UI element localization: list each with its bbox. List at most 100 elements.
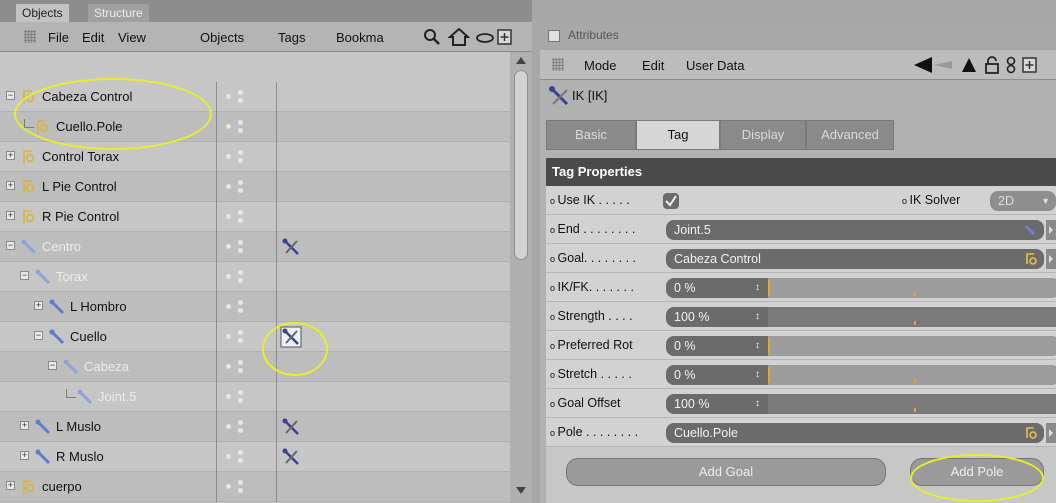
visibility-dots[interactable] xyxy=(226,240,244,254)
visibility-dots[interactable] xyxy=(226,180,244,194)
ikfk-slider[interactable] xyxy=(768,278,1056,298)
new-window-icon[interactable] xyxy=(496,28,514,46)
tree-row[interactable]: − Centro xyxy=(0,232,510,262)
stretch-input[interactable]: 0 % ↕ xyxy=(666,365,768,385)
visibility-dots[interactable] xyxy=(226,480,244,494)
expand-toggle-icon[interactable]: + xyxy=(34,301,43,310)
visibility-dots[interactable] xyxy=(226,390,244,404)
panel-checkbox[interactable] xyxy=(548,30,560,42)
expand-toggle-icon[interactable]: + xyxy=(6,151,15,160)
menu-edit[interactable]: Edit xyxy=(82,30,104,45)
tree-row[interactable]: + cuerpo xyxy=(0,472,510,502)
grip-icon[interactable] xyxy=(24,30,36,43)
end-arrow[interactable] xyxy=(1046,220,1056,240)
menu-file[interactable]: File xyxy=(48,30,69,45)
expand-toggle-icon[interactable]: − xyxy=(6,241,15,250)
column-divider xyxy=(276,142,277,172)
null-object-icon[interactable] xyxy=(1024,426,1038,440)
scroll-thumb[interactable] xyxy=(514,70,528,260)
expand-toggle-icon[interactable]: − xyxy=(34,331,43,340)
tree-row[interactable]: + L Pie Control xyxy=(0,172,510,202)
visibility-dots[interactable] xyxy=(226,300,244,314)
end-field[interactable]: Joint.5 xyxy=(666,220,1044,240)
visibility-dots[interactable] xyxy=(226,420,244,434)
back-arrow-icon[interactable] xyxy=(912,56,956,74)
ik-solver-dropdown[interactable]: 2D ▼ xyxy=(990,191,1056,211)
lock-icon[interactable] xyxy=(984,56,1000,74)
scroll-down-icon[interactable] xyxy=(514,484,528,496)
tree-row[interactable]: − Torax xyxy=(0,262,510,292)
visibility-dots[interactable] xyxy=(226,90,244,104)
ikfk-input[interactable]: 0 % ↕ xyxy=(666,278,768,298)
ik-tag-icon[interactable] xyxy=(280,416,302,438)
expand-toggle-icon[interactable]: + xyxy=(6,181,15,190)
tree-row[interactable]: + L Hombro xyxy=(0,292,510,322)
tree-row[interactable]: − Cuello xyxy=(0,322,510,352)
preferred-rot-slider[interactable] xyxy=(768,336,1056,356)
strength-slider[interactable] xyxy=(768,307,1056,327)
expand-toggle-icon[interactable]: + xyxy=(6,211,15,220)
joint-icon xyxy=(21,239,37,255)
goal-offset-input[interactable]: 100 % ↕ xyxy=(666,394,768,414)
menu-mode[interactable]: Mode xyxy=(584,58,617,73)
tree-row[interactable]: + R Muslo xyxy=(0,442,510,472)
highlight-circle-tag xyxy=(262,322,328,376)
goal-arrow[interactable] xyxy=(1046,249,1056,269)
tree-row[interactable]: + R Pie Control xyxy=(0,202,510,232)
visibility-dots[interactable] xyxy=(226,270,244,284)
menu-objects[interactable]: Objects xyxy=(200,30,244,45)
visibility-dots[interactable] xyxy=(226,330,244,344)
joint-link-icon[interactable] xyxy=(1024,224,1036,236)
tab-structure[interactable]: Structure xyxy=(88,4,149,22)
menu-user-data[interactable]: User Data xyxy=(686,58,745,73)
grip-icon[interactable] xyxy=(552,58,564,71)
expand-toggle-icon[interactable]: + xyxy=(20,421,29,430)
tree-row[interactable]: Joint.5 xyxy=(0,382,510,412)
expand-toggle-icon[interactable]: − xyxy=(20,271,29,280)
ik-tag-icon[interactable] xyxy=(280,236,302,258)
expand-toggle-icon[interactable]: + xyxy=(6,481,15,490)
column-divider xyxy=(276,472,277,502)
scroll-up-icon[interactable] xyxy=(514,54,528,66)
tree-row[interactable]: + L Muslo xyxy=(0,412,510,442)
expand-toggle-icon[interactable]: − xyxy=(6,91,15,100)
menu-tags[interactable]: Tags xyxy=(278,30,305,45)
column-divider xyxy=(216,82,217,112)
tree-item-label: Control Torax xyxy=(42,149,120,164)
tab-advanced[interactable]: Advanced xyxy=(806,120,894,150)
visibility-dots[interactable] xyxy=(226,150,244,164)
search-icon[interactable] xyxy=(422,28,444,46)
preferred-rot-input[interactable]: 0 % ↕ xyxy=(666,336,768,356)
tab-display[interactable]: Display xyxy=(720,120,806,150)
home-icon[interactable] xyxy=(448,28,470,46)
menu-view[interactable]: View xyxy=(118,30,146,45)
column-divider xyxy=(276,112,277,142)
visibility-dots[interactable] xyxy=(226,210,244,224)
up-arrow-icon[interactable] xyxy=(960,56,978,74)
tab-basic[interactable]: Basic xyxy=(546,120,636,150)
pole-arrow[interactable] xyxy=(1046,423,1056,443)
visibility-dots[interactable] xyxy=(226,360,244,374)
expand-toggle-icon[interactable]: + xyxy=(20,451,29,460)
menu-bookmarks[interactable]: Bookma xyxy=(336,30,384,45)
visibility-dots[interactable] xyxy=(226,450,244,464)
link-chain-icon[interactable] xyxy=(1004,56,1018,74)
link-icon[interactable] xyxy=(474,28,496,46)
tab-tag[interactable]: Tag xyxy=(636,120,720,150)
expand-toggle-icon[interactable]: − xyxy=(48,361,57,370)
goal-offset-slider[interactable] xyxy=(768,394,1056,414)
tree-row[interactable]: − Cabeza xyxy=(0,352,510,382)
goal-field[interactable]: Cabeza Control xyxy=(666,249,1044,269)
tab-objects[interactable]: Objects xyxy=(16,4,69,22)
add-goal-button[interactable]: Add Goal xyxy=(566,458,886,486)
null-object-icon[interactable] xyxy=(1024,252,1038,266)
pole-field[interactable]: Cuello.Pole xyxy=(666,423,1044,443)
use-ik-checkbox[interactable] xyxy=(662,192,680,210)
new-window-icon[interactable] xyxy=(1022,56,1038,74)
menu-edit[interactable]: Edit xyxy=(642,58,664,73)
visibility-dots[interactable] xyxy=(226,120,244,134)
ik-tag-icon[interactable] xyxy=(280,446,302,468)
strength-input[interactable]: 100 % ↕ xyxy=(666,307,768,327)
joint-icon xyxy=(49,299,65,315)
stretch-slider[interactable] xyxy=(768,365,1056,385)
